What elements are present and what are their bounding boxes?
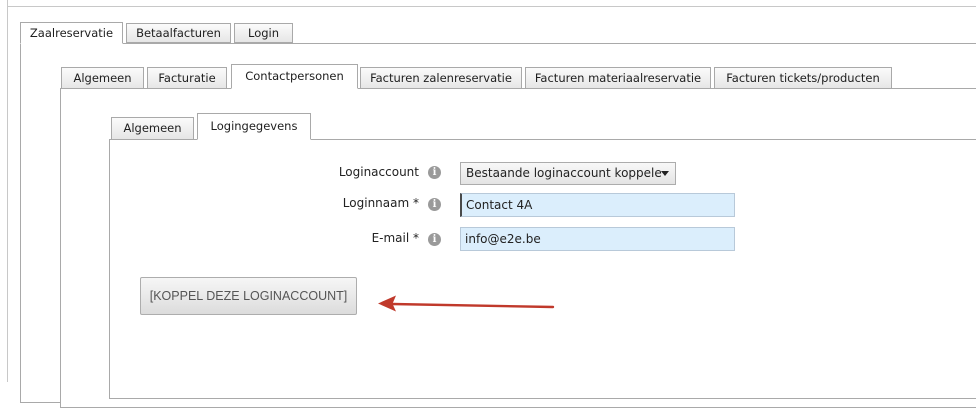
tab-login[interactable]: Login [234,23,293,43]
chevron-down-icon [661,171,669,176]
loginaccount-select[interactable]: Bestaande loginaccount koppele [460,162,676,185]
outer-frame-left [7,0,8,382]
red-arrow-annotation [378,295,555,312]
info-icon[interactable]: i [428,198,441,211]
email-label: E-mail * [371,231,419,245]
arrow-shaft [390,302,555,309]
tab-betaalfacturen[interactable]: Betaalfacturen [126,23,231,43]
loginaccount-select-value: Bestaande loginaccount koppele [466,166,662,180]
koppel-loginaccount-button[interactable]: [KOPPEL DEZE LOGINACCOUNT] [140,277,357,315]
tab-facturen-tickets-producten[interactable]: Facturen tickets/producten [714,67,892,89]
loginaccount-label: Loginaccount [338,165,419,179]
tab-zaalreservatie[interactable]: Zaalreservatie [20,22,123,44]
tab-facturatie[interactable]: Facturatie [147,67,227,89]
tab-contactpersonen[interactable]: Contactpersonen [231,64,358,89]
loginnaam-label: Loginnaam * [342,196,419,210]
loginnaam-field[interactable] [460,193,735,217]
tab-algemeen[interactable]: Algemeen [61,67,144,89]
tab-facturen-zalenreservatie[interactable]: Facturen zalenreservatie [360,67,522,89]
info-icon[interactable]: i [428,166,441,179]
info-icon[interactable]: i [428,233,441,246]
outer-frame-top [7,6,976,7]
tab-inner-algemeen[interactable]: Algemeen [111,117,194,140]
tab-logingegevens[interactable]: Logingegevens [197,113,311,140]
tab-facturen-materiaalreservatie[interactable]: Facturen materiaalreservatie [525,67,711,89]
email-field[interactable] [460,227,735,251]
